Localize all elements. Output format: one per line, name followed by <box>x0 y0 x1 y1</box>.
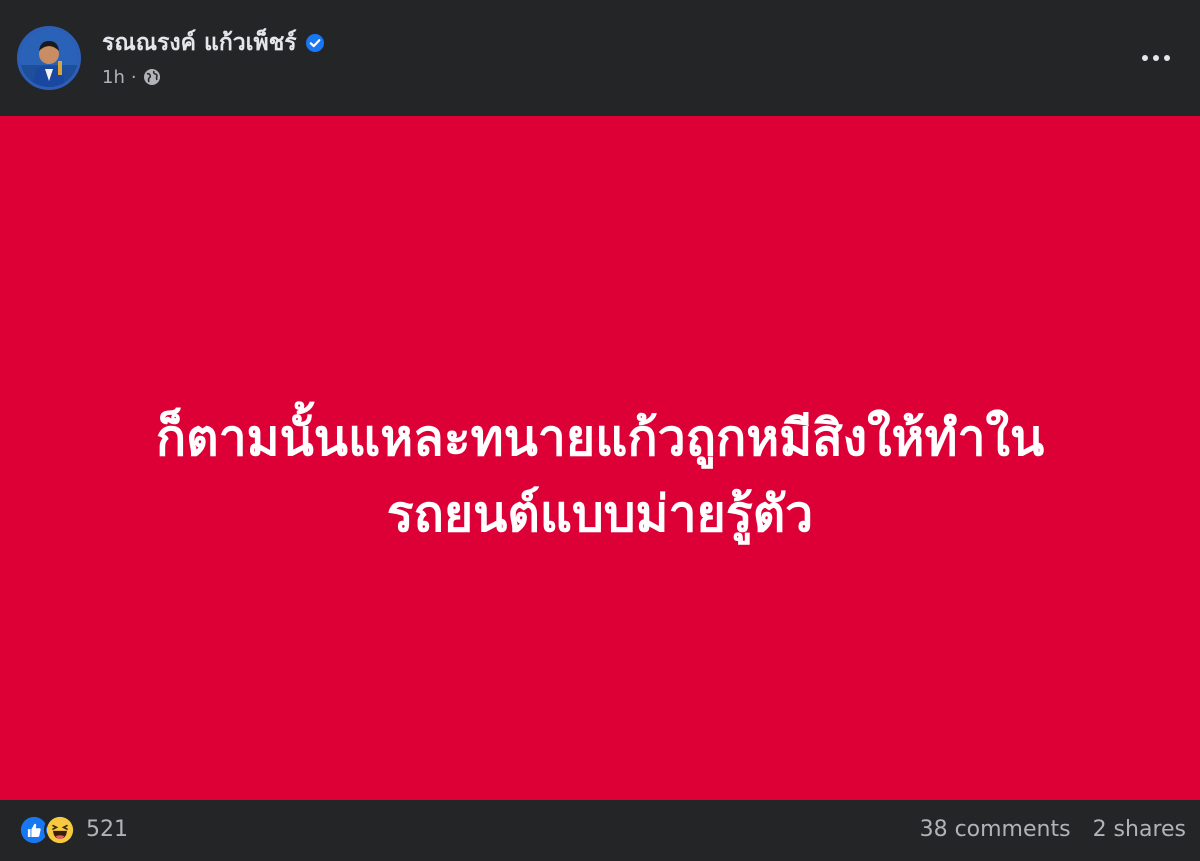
author-avatar[interactable] <box>17 26 81 90</box>
post-text-line-1: ก็ตามนั้นแหละทนายแก้วถูกหมีสิงให้ทำใน <box>155 409 1045 467</box>
post-timestamp[interactable]: 1h <box>102 67 125 88</box>
engagement-counts: 38 comments 2 shares <box>920 814 1186 846</box>
avatar-image <box>20 29 78 87</box>
verified-badge-icon <box>305 34 324 52</box>
post-content[interactable]: ก็ตามนั้นแหละทนายแก้วถูกหมีสิงให้ทำใน รถ… <box>0 116 1200 800</box>
author-row: รณณรงค์ แก้วเพ็ชร์ <box>102 28 325 58</box>
more-options-icon <box>1142 55 1170 61</box>
shares-count[interactable]: 2 shares <box>1093 814 1186 846</box>
author-name[interactable]: รณณรงค์ แก้วเพ็ชร์ <box>102 28 297 58</box>
post-footer: 521 38 comments 2 shares <box>0 800 1200 861</box>
reaction-count: 521 <box>86 817 128 842</box>
post-header: รณณรงค์ แก้วเพ็ชร์ 1h · <box>0 0 1200 116</box>
haha-icon <box>44 814 76 846</box>
comments-count[interactable]: 38 comments <box>920 814 1071 846</box>
reactions-summary[interactable]: 521 <box>18 814 128 846</box>
globe-icon[interactable] <box>143 68 161 86</box>
more-options-button[interactable] <box>1138 44 1174 72</box>
post-text-line-2: รถยนต์แบบม่ายรู้ตัว <box>386 485 814 543</box>
post-text: ก็ตามนั้นแหละทนายแก้วถูกหมีสิงให้ทำใน รถ… <box>50 400 1150 552</box>
meta-separator: · <box>130 66 137 88</box>
post-meta: 1h · <box>102 64 161 90</box>
facebook-post: รณณรงค์ แก้วเพ็ชร์ 1h · ก็ตามนั้นแหละทนา… <box>0 0 1200 861</box>
